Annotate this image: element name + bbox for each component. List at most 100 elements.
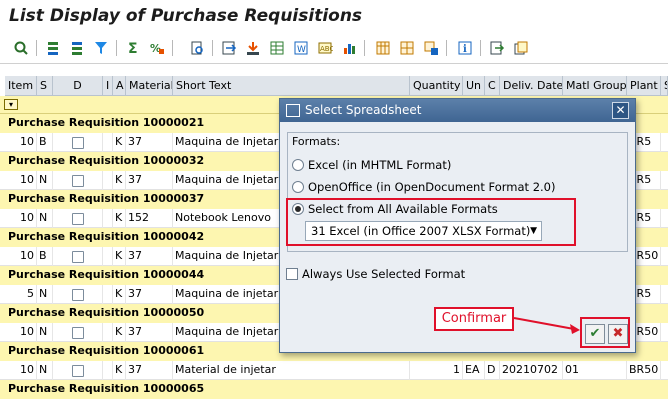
filter-indicator-icon[interactable]: ▾ [4, 99, 18, 110]
cell-item: 10 [5, 171, 37, 190]
callout-arrow-icon [513, 317, 580, 334]
abc-analysis-icon[interactable]: ABC [316, 39, 334, 57]
word-processing-icon[interactable]: W [292, 39, 310, 57]
cell-item: 10 [5, 323, 37, 342]
close-icon[interactable]: ✕ [612, 102, 629, 119]
column-header-short-text[interactable]: Short Text [173, 76, 410, 96]
cell-account-assignment: K [113, 361, 126, 380]
sort-descending-icon[interactable] [68, 39, 86, 57]
group-label: Purchase Requisition 10000021 [8, 116, 205, 129]
cell-i [103, 171, 113, 190]
deletion-checkbox[interactable] [72, 365, 84, 377]
cell-deletion [53, 323, 103, 342]
column-header-s2[interactable]: S [661, 76, 668, 96]
always-use-checkbox[interactable] [286, 268, 298, 280]
always-use-label: Always Use Selected Format [302, 267, 466, 281]
cell-item: 10 [5, 247, 37, 266]
radio-openoffice[interactable]: OpenOffice (in OpenDocument Format 2.0) [292, 179, 555, 195]
svg-text:ABC: ABC [320, 45, 333, 53]
highlight-confirm-button [580, 317, 630, 348]
group-label: Purchase Requisition 10000032 [8, 154, 205, 167]
page-title: List Display of Purchase Requisitions [9, 6, 363, 26]
cell-material: 37 [126, 285, 173, 304]
cell-status: B [37, 247, 53, 266]
cell-material: 37 [126, 361, 173, 380]
cell-material: 37 [126, 171, 173, 190]
cell-material: 37 [126, 247, 173, 266]
deletion-checkbox[interactable] [72, 289, 84, 301]
choose-icon[interactable] [488, 39, 506, 57]
cell-account-assignment: K [113, 171, 126, 190]
cell-i [103, 323, 113, 342]
export-icon[interactable] [220, 39, 238, 57]
svg-text:i: i [463, 44, 467, 55]
radio-button[interactable] [292, 181, 304, 193]
cell-status: N [37, 323, 53, 342]
radio-excel-mhtml[interactable]: Excel (in MHTML Format) [292, 157, 451, 173]
column-header-delivery-date[interactable]: Deliv. Date [500, 76, 563, 96]
column-header-item[interactable]: Item [5, 76, 37, 96]
print-preview-icon[interactable] [188, 39, 206, 57]
svg-text:Σ: Σ [128, 41, 138, 56]
column-header-status[interactable]: S [37, 76, 53, 96]
column-header-unit[interactable]: Un [463, 76, 485, 96]
spreadsheet-icon[interactable] [268, 39, 286, 57]
copy-icon[interactable] [512, 39, 530, 57]
sort-ascending-icon[interactable] [44, 39, 62, 57]
cell-material: 152 [126, 209, 173, 228]
deletion-checkbox[interactable] [72, 213, 84, 225]
table-row[interactable]: 10 N K 37 Material de injetar 1 EA D 20210702 01 B… [0, 361, 668, 380]
cell-i [103, 133, 113, 152]
toolbar: Σ % W ABC i [0, 34, 668, 64]
filter-icon[interactable] [92, 39, 110, 57]
cell-plant: BR50 [627, 361, 661, 380]
column-header-material-group[interactable]: Matl Group [563, 76, 627, 96]
cell-account-assignment: K [113, 209, 126, 228]
column-header-c[interactable]: C [485, 76, 500, 96]
deletion-checkbox[interactable] [72, 327, 84, 339]
cell-item: 10 [5, 361, 37, 380]
deletion-checkbox[interactable] [72, 175, 84, 187]
column-header-plant[interactable]: Plant [627, 76, 661, 96]
column-header-deletion[interactable]: D [53, 76, 103, 96]
detail-icon[interactable] [12, 39, 30, 57]
svg-text:W: W [297, 45, 306, 55]
cell-material-group: 01 [563, 361, 627, 380]
graphic-icon[interactable] [340, 39, 358, 57]
cell-item: 10 [5, 133, 37, 152]
group-row[interactable]: Purchase Requisition 10000065 [0, 380, 668, 399]
local-file-icon[interactable] [244, 39, 262, 57]
cell-status: B [37, 133, 53, 152]
dialog-export-icon [286, 104, 300, 117]
deletion-checkbox[interactable] [72, 137, 84, 149]
subtotal-icon[interactable]: % [148, 39, 166, 57]
cell-c: D [485, 361, 500, 380]
info-icon[interactable]: i [456, 39, 474, 57]
cell-deletion [53, 361, 103, 380]
cell-delivery-date: 20210702 [500, 361, 563, 380]
group-label: Purchase Requisition 10000065 [8, 382, 205, 395]
select-layout-icon[interactable] [398, 39, 416, 57]
cell-account-assignment: K [113, 285, 126, 304]
save-layout-icon[interactable] [422, 39, 440, 57]
always-use-checkbox-row[interactable]: Always Use Selected Format [286, 267, 465, 281]
cell-item: 10 [5, 209, 37, 228]
dialog-title: Select Spreadsheet [305, 103, 422, 117]
column-header-account-assignment[interactable]: A [113, 76, 126, 96]
cell-item: 5 [5, 285, 37, 304]
column-header-material[interactable]: Material [126, 76, 173, 96]
cell-deletion [53, 171, 103, 190]
layout-icon[interactable] [374, 39, 392, 57]
column-header-i[interactable]: I [103, 76, 113, 96]
cell-i [103, 285, 113, 304]
cell-account-assignment: K [113, 247, 126, 266]
highlight-format-selection [286, 198, 576, 246]
radio-button[interactable] [292, 159, 304, 171]
group-label: Purchase Requisition 10000061 [8, 344, 205, 357]
column-header-quantity[interactable]: Quantity [410, 76, 463, 96]
group-label: Purchase Requisition 10000050 [8, 306, 205, 319]
deletion-checkbox[interactable] [72, 251, 84, 263]
cell-quantity: 1 [410, 361, 463, 380]
sum-icon[interactable]: Σ [124, 39, 142, 57]
group-label: Purchase Requisition 10000042 [8, 230, 205, 243]
